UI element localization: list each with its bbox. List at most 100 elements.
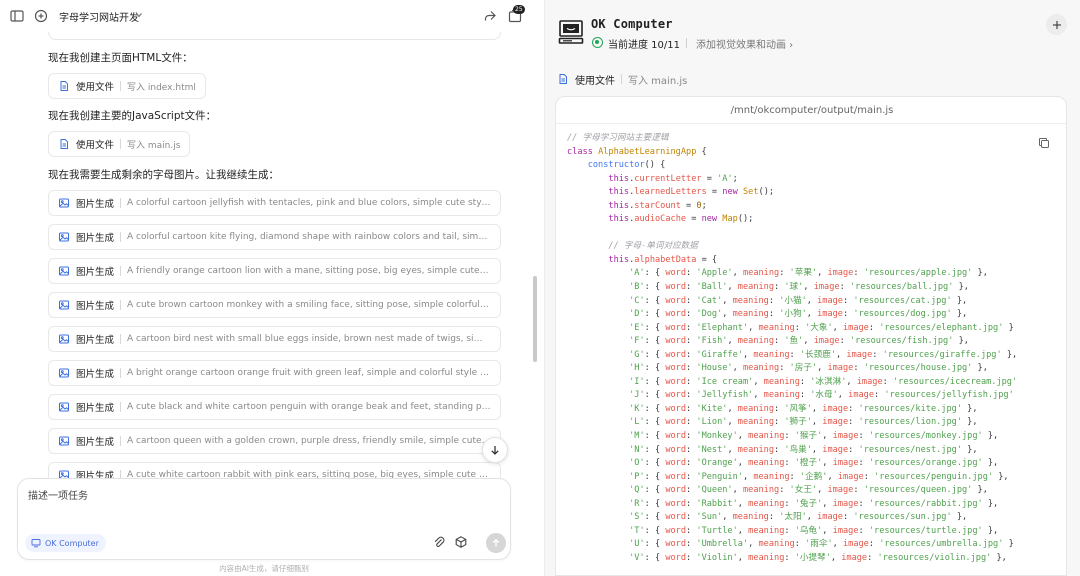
image-tool-call[interactable]: 图片生成 A cute black and white cartoon pengu… <box>48 394 501 420</box>
tool-divider <box>120 198 122 208</box>
chat-topbar: 字母学习网站开发 25 <box>0 0 540 32</box>
code-property: image <box>822 444 849 455</box>
code-string: 'Kite' <box>696 403 728 414</box>
code-property: image <box>822 417 849 428</box>
code-string: 'H' <box>629 363 645 374</box>
scroll-to-bottom-button[interactable] <box>482 437 508 463</box>
code-property: meaning <box>737 282 775 293</box>
next-step-link[interactable]: 添加视觉效果和动画 › <box>696 36 793 51</box>
code-line: 'L': { word: 'Lion', meaning: '狮子', imag… <box>629 417 978 428</box>
code-punct: }, <box>962 403 978 414</box>
code-property: image <box>832 431 859 442</box>
code-string: '水母' <box>810 390 838 401</box>
code-property: meaning <box>742 485 780 496</box>
code-string: 'Giraffe' <box>696 349 743 360</box>
code-string: 'Jellyfish' <box>696 390 754 401</box>
tool-divider <box>621 74 622 84</box>
code-line: 'M': { word: 'Monkey', meaning: '猴子', im… <box>629 431 999 442</box>
code-line: 'O': { word: 'Orange', meaning: '橙子', im… <box>629 458 999 469</box>
chat-scrollbar[interactable] <box>533 276 537 362</box>
code-class-name: AlphabetLearningApp <box>598 146 697 157</box>
code-property: image <box>813 336 840 347</box>
code-string: '鸟巢' <box>784 444 812 455</box>
image-tool-call[interactable]: 图片生成 A friendly orange cartoon lion with … <box>48 258 501 284</box>
code-property: word <box>665 376 687 387</box>
image-tool-call[interactable]: 图片生成 A cute white cartoon rabbit with pin… <box>48 462 501 478</box>
code-punct: }, <box>972 268 988 279</box>
tool-divider <box>120 334 122 344</box>
code-string: 'resources/umbrella.jpg' <box>879 539 1004 550</box>
file-tool-call[interactable]: 使用文件 写入 main.js <box>48 131 191 157</box>
code-punct: }, <box>951 309 968 320</box>
code-property: meaning <box>737 417 775 428</box>
code-property: word <box>665 403 687 414</box>
image-icon <box>59 402 69 412</box>
code-property: meaning <box>737 403 775 414</box>
arrow-up-icon <box>492 538 500 547</box>
alphabet-data-lines: 'A': { word: 'Apple', meaning: '苹果', ima… <box>567 268 1017 562</box>
files-count-badge: 25 <box>513 5 525 14</box>
new-chat-icon[interactable] <box>33 8 49 24</box>
send-button[interactable] <box>486 533 506 553</box>
task-input[interactable] <box>28 487 498 517</box>
tool-divider <box>120 232 122 242</box>
share-icon[interactable] <box>482 8 498 24</box>
chevron-down-icon[interactable] <box>134 10 144 20</box>
code-line: 'F': { word: 'Fish', meaning: '鱼', image… <box>629 336 969 347</box>
arrow-down-icon <box>491 446 499 455</box>
image-tool-call[interactable]: 图片生成 A cartoon bird nest with small blue … <box>48 326 501 352</box>
code-property: currentLetter <box>634 173 702 184</box>
code-property: meaning <box>758 322 795 333</box>
attachment-icon[interactable] <box>432 535 446 549</box>
code-property: meaning <box>732 309 769 320</box>
code-property: audioCache <box>634 214 687 225</box>
code-string: 'Sun' <box>696 512 723 523</box>
image-tool-call[interactable]: 图片生成 A colorful cartoon kite flying, diam… <box>48 224 501 250</box>
code-property: meaning <box>753 349 790 360</box>
cube-icon[interactable] <box>454 535 468 549</box>
code-line: 'K': { word: 'Kite', meaning: '风筝', imag… <box>629 403 978 414</box>
code-property: image <box>817 512 843 523</box>
code-property: meaning <box>737 336 775 347</box>
code-line: 'T': { word: 'Turtle', meaning: '乌龟', im… <box>629 525 999 536</box>
sidebar-toggle-icon[interactable] <box>9 8 25 24</box>
chat-title[interactable]: 字母学习网站开发 <box>59 9 139 24</box>
file-icon <box>60 81 68 91</box>
code-string: 'Orange' <box>696 458 738 469</box>
code-string: 'resources/jellyfish.jpg' <box>884 390 1014 401</box>
code-property: meaning <box>742 268 780 279</box>
add-button[interactable] <box>1046 14 1067 35</box>
image-tool-call[interactable]: 图片生成 A colorful cartoon jellyfish with te… <box>48 190 501 216</box>
tool-detail: 写入 main.js <box>628 75 688 87</box>
code-string: 'Elephant' <box>696 322 749 333</box>
image-tool-call[interactable]: 图片生成 A cartoon queen with a golden crown,… <box>48 428 501 454</box>
code-property: word <box>665 268 687 279</box>
previous-tool-card[interactable] <box>48 32 501 40</box>
code-string: 'resources/penguin.jpg' <box>874 471 994 482</box>
code-punct: }, <box>953 282 969 293</box>
image-tool-call[interactable]: 图片生成 A bright orange cartoon orange fruit… <box>48 360 501 386</box>
image-tool-call[interactable]: 图片生成 A cute brown cartoon monkey with a s… <box>48 292 501 318</box>
code-string: '企鹅' <box>799 471 828 482</box>
code-string: 'M' <box>629 431 645 442</box>
code-string: 'resources/dog.jpg' <box>853 309 952 320</box>
code-string: 'U' <box>629 539 645 550</box>
code-punct: }, <box>953 336 969 347</box>
code-property: meaning <box>748 525 785 536</box>
code-property: image <box>846 349 873 360</box>
image-icon <box>59 232 69 242</box>
computer-panel: OK Computer 当前进度 10/11 添加视觉效果和动画 › 使用文件 … <box>544 0 1080 576</box>
code-property: meaning <box>732 512 769 523</box>
status-indicator-icon <box>592 37 603 48</box>
code-keyword: new <box>722 187 738 198</box>
code-property: word <box>665 417 687 428</box>
file-tool-call[interactable]: 使用文件 写入 index.html <box>48 73 206 99</box>
tool-divider <box>120 402 122 412</box>
code-line: 'A': { word: 'Apple', meaning: '苹果', ima… <box>629 268 988 279</box>
code-string: 'K' <box>629 403 645 414</box>
agent-mode-chip[interactable]: OK Computer <box>25 534 106 552</box>
code-property: alphabetData <box>634 254 697 265</box>
tool-divider <box>120 139 122 149</box>
code-string: 'G' <box>629 349 645 360</box>
code-string: 'resources/kite.jpg' <box>858 403 962 414</box>
